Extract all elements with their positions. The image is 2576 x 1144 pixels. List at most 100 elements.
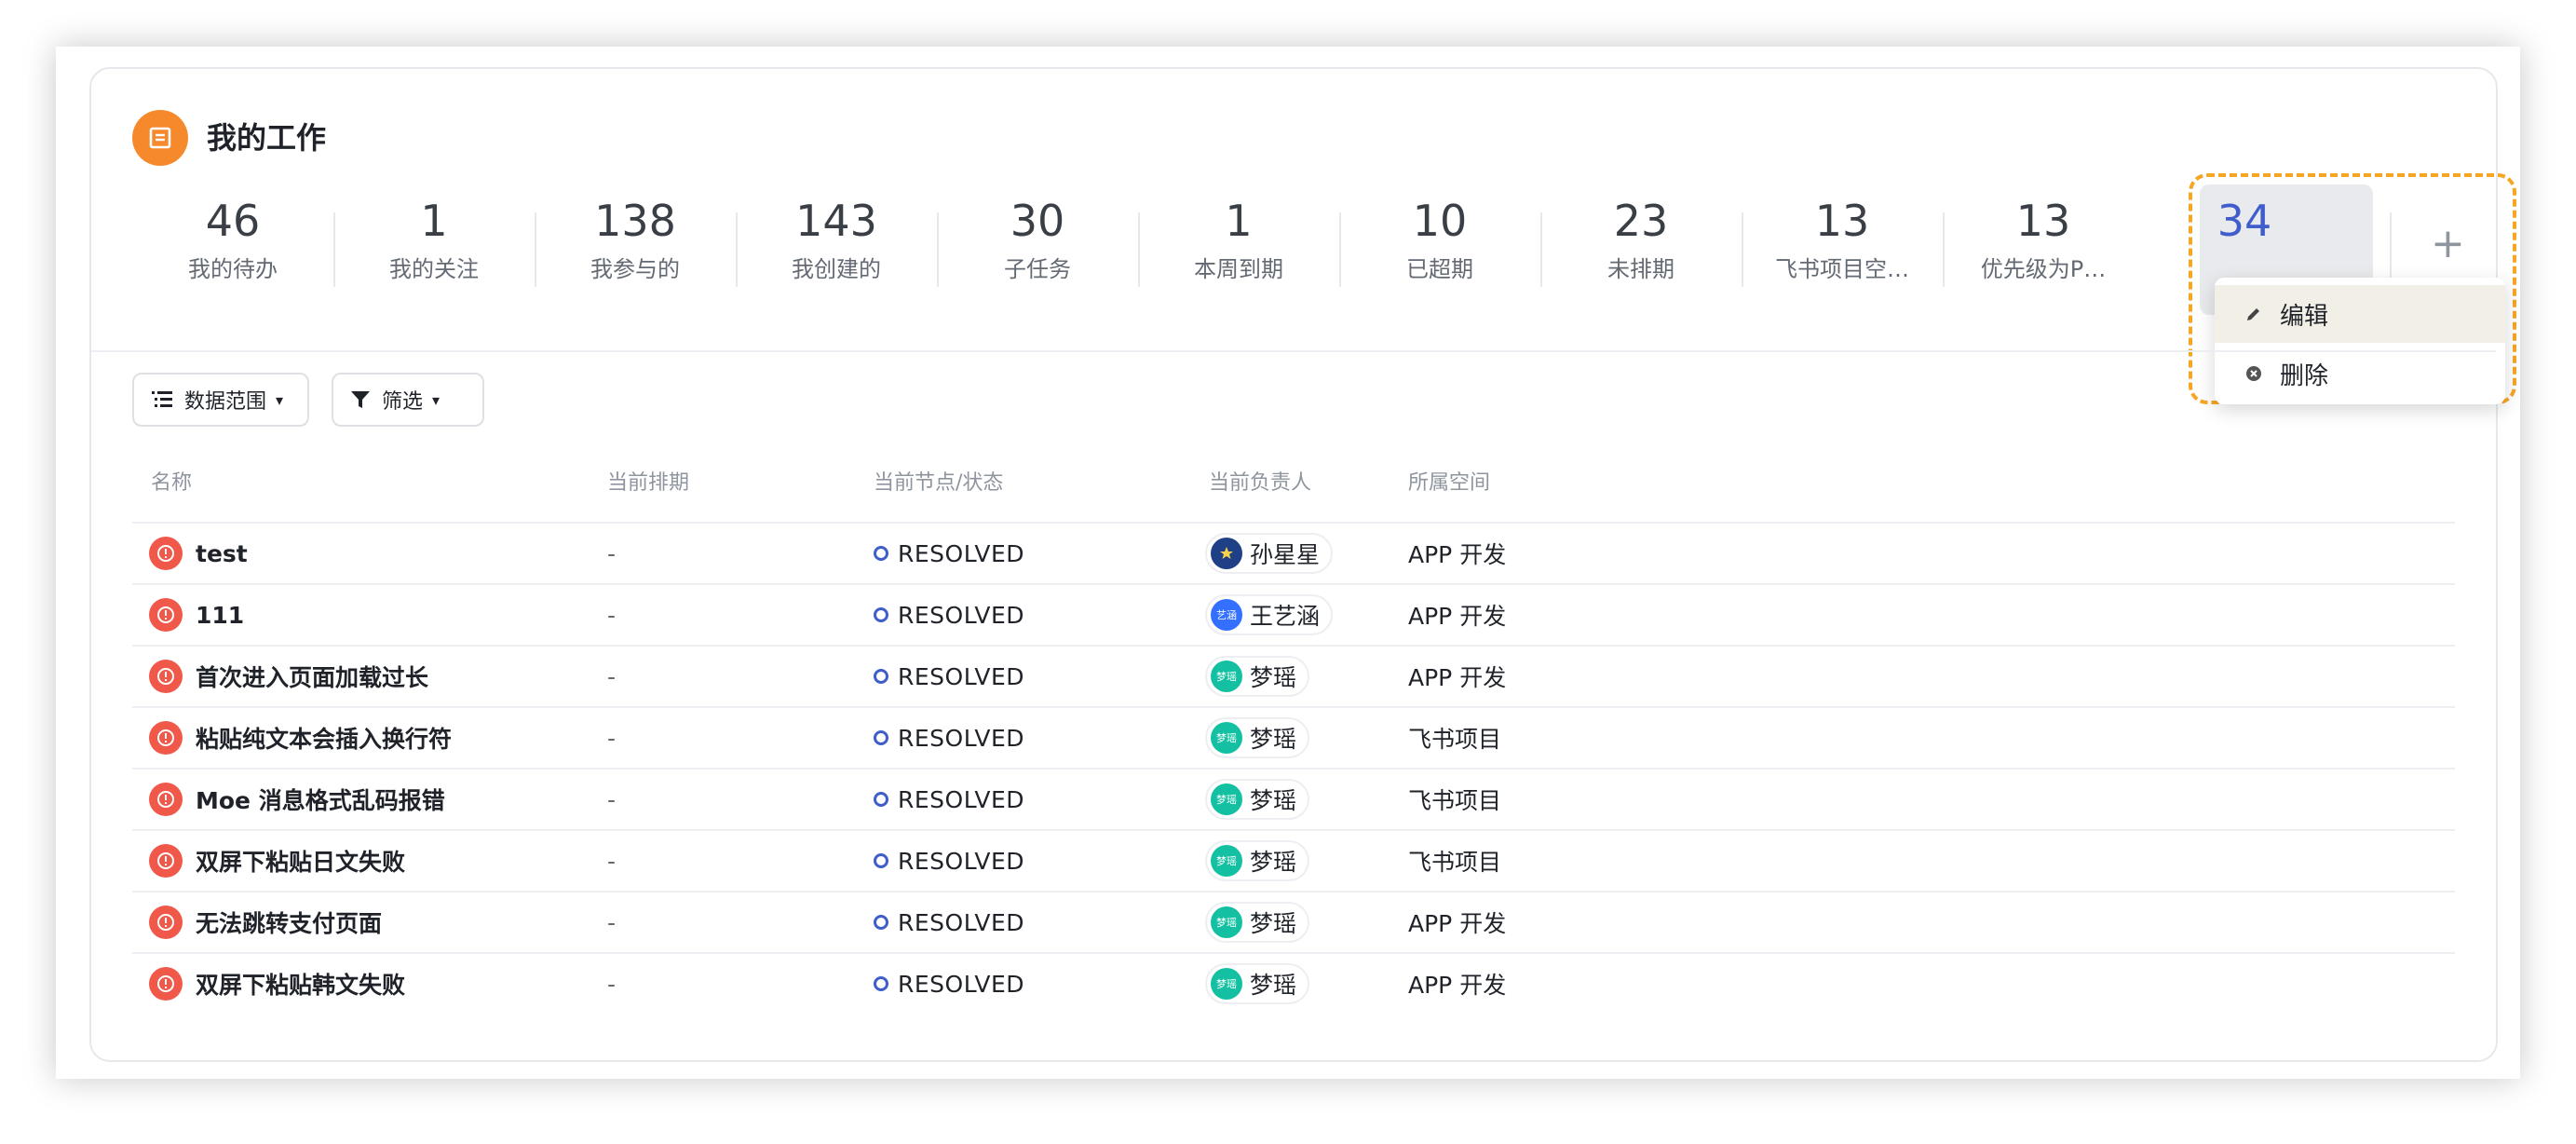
owner-cell[interactable]: 梦瑶 梦瑶	[1205, 954, 1310, 1014]
name-cell[interactable]: 首次进入页面加载过长	[149, 647, 428, 706]
schedule-cell: -	[607, 601, 617, 629]
status-cell[interactable]: RESOLVED	[874, 892, 1024, 952]
stat-tab[interactable]: 10 已超期	[1339, 194, 1540, 296]
stat-tab[interactable]: 30 子任务	[937, 194, 1138, 296]
column-header-space[interactable]: 所属空间	[1408, 470, 1490, 497]
status-cell[interactable]: RESOLVED	[874, 831, 1024, 891]
stat-count: 1	[420, 196, 448, 246]
menu-item-delete[interactable]: 删除	[2215, 345, 2505, 402]
table-row[interactable]: Moe 消息格式乱码报错 - RESOLVED 梦瑶 梦瑶 飞书项目	[132, 768, 2455, 829]
status-circle-icon	[874, 976, 888, 991]
owner-cell[interactable]: 梦瑶 梦瑶	[1205, 892, 1310, 952]
schedule-cell: -	[607, 539, 617, 567]
table-row[interactable]: 粘贴纯文本会插入换行符 - RESOLVED 梦瑶 梦瑶 飞书项目	[132, 706, 2455, 768]
status-cell[interactable]: RESOLVED	[874, 708, 1024, 768]
data-scope-button[interactable]: 数据范围 ▾	[132, 373, 309, 427]
stat-label: 我参与的	[590, 256, 680, 282]
pencil-icon	[2243, 305, 2265, 323]
assignee-tag[interactable]: 梦瑶 梦瑶	[1205, 902, 1310, 943]
schedule-cell: -	[607, 662, 617, 690]
status-cell[interactable]: RESOLVED	[874, 769, 1024, 829]
status-label: RESOLVED	[898, 601, 1025, 629]
status-circle-icon	[874, 669, 888, 684]
assignee-tag[interactable]: 梦瑶 梦瑶	[1205, 779, 1310, 820]
stat-tab[interactable]: 138 我参与的	[535, 194, 736, 296]
stat-tab[interactable]: 23 未排期	[1540, 194, 1742, 296]
stat-tab[interactable]: 143 我创建的	[736, 194, 937, 296]
bug-icon	[149, 783, 183, 816]
bug-icon	[149, 660, 183, 693]
status-circle-icon	[874, 607, 888, 622]
avatar: 艺涵	[1211, 599, 1242, 631]
stat-tab[interactable]: 1 我的关注	[333, 194, 535, 296]
owner-cell[interactable]: 孙星星	[1205, 524, 1334, 583]
stat-label: 我创建的	[792, 256, 881, 282]
owner-cell[interactable]: 梦瑶 梦瑶	[1205, 831, 1310, 891]
work-item-name: 无法跳转支付页面	[196, 910, 383, 937]
stat-tab[interactable]: 46 我的待办	[132, 194, 333, 296]
space-cell[interactable]: APP 开发	[1408, 585, 1506, 645]
stat-tab[interactable]: 13 飞书项目空…	[1742, 194, 1943, 296]
owner-cell[interactable]: 梦瑶 梦瑶	[1205, 647, 1310, 706]
owner-cell[interactable]: 梦瑶 梦瑶	[1205, 769, 1310, 829]
stat-tab[interactable]: 1 本周到期	[1138, 194, 1339, 296]
table-row[interactable]: 首次进入页面加载过长 - RESOLVED 梦瑶 梦瑶 APP 开发	[132, 645, 2455, 706]
avatar: 梦瑶	[1211, 845, 1242, 877]
column-header-owner[interactable]: 当前负责人	[1209, 470, 1311, 497]
assignee-tag[interactable]: 梦瑶 梦瑶	[1205, 840, 1310, 881]
name-cell[interactable]: 双屏下粘贴韩文失败	[149, 954, 405, 1014]
name-cell[interactable]: 双屏下粘贴日文失败	[149, 831, 405, 891]
table-row[interactable]: 双屏下粘贴韩文失败 - RESOLVED 梦瑶 梦瑶 APP 开发	[132, 952, 2455, 1014]
work-item-name: 111	[196, 601, 245, 629]
status-cell[interactable]: RESOLVED	[874, 524, 1024, 583]
avatar	[1211, 538, 1242, 569]
space-cell[interactable]: 飞书项目	[1408, 708, 1501, 768]
space-cell[interactable]: APP 开发	[1408, 647, 1506, 706]
assignee-tag[interactable]: 梦瑶 梦瑶	[1205, 656, 1310, 697]
name-cell[interactable]: 粘贴纯文本会插入换行符	[149, 708, 452, 768]
stat-tab[interactable]: 13 优先级为P…	[1943, 194, 2144, 296]
space-cell[interactable]: APP 开发	[1408, 892, 1506, 952]
assignee-name: 孙星星	[1250, 541, 1321, 568]
assignee-tag[interactable]: 梦瑶 梦瑶	[1205, 717, 1310, 758]
button-label: 数据范围	[184, 390, 267, 414]
owner-cell[interactable]: 艺涵 王艺涵	[1205, 585, 1334, 645]
status-cell[interactable]: RESOLVED	[874, 585, 1024, 645]
schedule-cell: -	[607, 908, 617, 936]
stat-divider	[1742, 212, 1743, 287]
owner-cell[interactable]: 梦瑶 梦瑶	[1205, 708, 1310, 768]
table-row[interactable]: 无法跳转支付页面 - RESOLVED 梦瑶 梦瑶 APP 开发	[132, 891, 2455, 952]
stat-label: 优先级为P…	[1980, 256, 2107, 282]
status-label: RESOLVED	[898, 724, 1025, 752]
schedule-cell: -	[607, 970, 617, 998]
space-cell[interactable]: APP 开发	[1408, 954, 1506, 1014]
table-row[interactable]: 111 - RESOLVED 艺涵 王艺涵 APP 开发	[132, 583, 2455, 645]
table-row[interactable]: test - RESOLVED 孙星星 APP 开发	[132, 522, 2455, 583]
space-cell[interactable]: 飞书项目	[1408, 769, 1501, 829]
name-cell[interactable]: Moe 消息格式乱码报错	[149, 769, 445, 829]
space-cell[interactable]: 飞书项目	[1408, 831, 1501, 891]
table-row[interactable]: 双屏下粘贴日文失败 - RESOLVED 梦瑶 梦瑶 飞书项目	[132, 829, 2455, 891]
name-cell[interactable]: test	[149, 524, 248, 583]
list-icon	[132, 110, 188, 166]
stat-label: 本周到期	[1194, 256, 1283, 282]
column-header-schedule[interactable]: 当前排期	[607, 470, 689, 497]
assignee-tag[interactable]: 艺涵 王艺涵	[1205, 594, 1334, 635]
assignee-tag[interactable]: 孙星星	[1205, 533, 1334, 574]
name-cell[interactable]: 无法跳转支付页面	[149, 892, 382, 952]
schedule-cell: -	[607, 847, 617, 875]
context-menu: 编辑 删除	[2215, 278, 2505, 404]
schedule-cell: -	[607, 724, 617, 752]
filter-button[interactable]: 筛选 ▾	[332, 373, 484, 427]
status-cell[interactable]: RESOLVED	[874, 954, 1024, 1014]
assignee-tag[interactable]: 梦瑶 梦瑶	[1205, 963, 1310, 1004]
space-cell[interactable]: APP 开发	[1408, 524, 1506, 583]
app-window: 我的工作 46 我的待办 1 我的关注 138 我参与的 143 我创建的 30 子任务 1 本周到期…	[56, 47, 2520, 1079]
button-label: 筛选	[382, 390, 424, 414]
column-header-status[interactable]: 当前节点/状态	[874, 470, 1003, 497]
column-header-name[interactable]: 名称	[151, 470, 192, 497]
name-cell[interactable]: 111	[149, 585, 244, 645]
stat-count: 23	[1613, 196, 1669, 246]
status-cell[interactable]: RESOLVED	[874, 647, 1024, 706]
menu-item-edit[interactable]: 编辑	[2215, 285, 2505, 343]
